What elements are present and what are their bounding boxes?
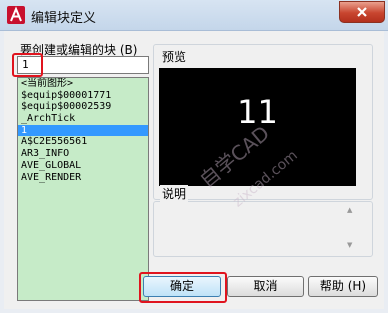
close-icon (357, 7, 367, 17)
input-highlight-box (12, 53, 43, 77)
scroll-down-icon[interactable]: ▼ (347, 241, 352, 249)
list-item[interactable]: AR3_INFO (18, 148, 148, 160)
preview-label: 预览 (160, 48, 189, 65)
list-item[interactable]: $equip$00002539 (18, 101, 148, 113)
scroll-up-icon[interactable]: ▲ (347, 206, 352, 214)
title-bar: 编辑块定义 (0, 0, 388, 31)
list-item[interactable]: $equip$00001771 (18, 90, 148, 102)
block-list[interactable]: <当前图形> $equip$00001771 $equip$00002539 _… (17, 77, 149, 301)
list-item[interactable]: A$C2E556561 (18, 136, 148, 148)
close-button[interactable] (339, 1, 385, 23)
cancel-button[interactable]: 取消 (227, 276, 304, 297)
description-label: 说明 (160, 185, 189, 202)
help-button[interactable]: 帮助 (H) (308, 276, 378, 297)
list-item[interactable]: AVE_GLOBAL (18, 160, 148, 172)
list-item[interactable]: _ArchTick (18, 113, 148, 125)
description-group (153, 201, 373, 257)
ok-highlight-box (139, 272, 227, 303)
list-item-selected[interactable]: 1 (18, 124, 148, 137)
autocad-icon (7, 6, 25, 24)
dialog-body: 要创建或编辑的块 (B) 1 <当前图形> $equip$00001771 $e… (4, 31, 384, 309)
list-item[interactable]: <当前图形> (18, 78, 148, 90)
list-item[interactable]: AVE_RENDER (18, 172, 148, 184)
window-title: 编辑块定义 (31, 11, 97, 26)
